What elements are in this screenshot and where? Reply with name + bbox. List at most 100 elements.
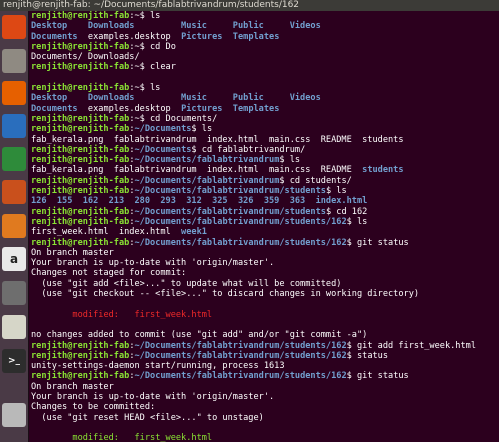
ubuntu-icon[interactable] bbox=[2, 15, 26, 39]
terminal-line: Desktop Downloads Music Public Videos bbox=[31, 93, 497, 103]
terminal-icon[interactable]: >_ bbox=[2, 349, 26, 373]
terminal-text: Documents/ Downloads/ bbox=[31, 52, 140, 63]
terminal-line: modified: first_week.html bbox=[31, 310, 497, 320]
terminal-text: $ ls bbox=[279, 155, 301, 166]
terminal-text: renjith@renjith-fab bbox=[31, 124, 130, 135]
terminal-line: renjith@renjith-fab:~$ ls bbox=[31, 11, 497, 21]
terminal-line: fab_kerala.png fablabtrivandrum index.ht… bbox=[31, 165, 497, 175]
terminal-output[interactable]: renjith@renjith-fab:~$ ls Desktop Downloa… bbox=[31, 11, 497, 442]
terminal-line: renjith@renjith-fab:~/Documents/fablabtr… bbox=[31, 176, 497, 186]
terminal-line: Changes to be committed: bbox=[31, 402, 497, 412]
terminal-text: (use "git reset HEAD <file>..." to unsta… bbox=[31, 412, 264, 423]
terminal-line: fab_kerala.png fablabtrivandrum index.ht… bbox=[31, 135, 497, 145]
terminal-text: ~/Documents bbox=[134, 144, 192, 155]
terminal-text: $ git add first_week.html bbox=[346, 340, 476, 351]
terminal-text: $ cd 162 bbox=[325, 206, 368, 217]
terminal-text: students bbox=[362, 165, 404, 176]
terminal-text: Your branch is up-to-date with 'origin/m… bbox=[31, 258, 275, 269]
terminal-line: unity-settings-daemon start/running, pro… bbox=[31, 361, 497, 371]
terminal-line: renjith@renjith-fab:~/Documents/fablabtr… bbox=[31, 186, 497, 196]
terminal-line: renjith@renjith-fab:~/Documents/fablabtr… bbox=[31, 217, 497, 227]
amazon-icon[interactable]: a bbox=[2, 247, 26, 271]
terminal-text: ~/Documents/fablabtrivandrum bbox=[134, 175, 280, 186]
terminal-text: :~$ cd Do bbox=[129, 41, 176, 52]
terminal-line: Your branch is up-to-date with 'origin/m… bbox=[31, 392, 497, 402]
terminal-text: renjith@renjith-fab bbox=[31, 175, 130, 186]
writer-icon[interactable] bbox=[2, 114, 26, 138]
terminal-text: $ cd fablabtrivandrum/ bbox=[191, 144, 306, 155]
terminal-text: $ ls bbox=[346, 216, 368, 227]
terminal-text: renjith@renjith-fab bbox=[31, 113, 130, 124]
terminal-text: ~/Documents/fablabtrivandrum bbox=[134, 155, 280, 166]
settings-icon[interactable] bbox=[2, 281, 26, 305]
terminal-text: :~$ cd Documents/ bbox=[129, 113, 218, 124]
unity-launcher: a >_ bbox=[0, 11, 29, 442]
terminal-text: On branch master bbox=[31, 381, 114, 392]
terminal-text: Documents bbox=[31, 103, 78, 114]
terminal-line: no changes added to commit (use "git add… bbox=[31, 330, 497, 340]
terminal-line: renjith@renjith-fab:~/Documents/fablabtr… bbox=[31, 351, 497, 361]
terminal-line: Documents examples.desktop Pictures Temp… bbox=[31, 32, 497, 42]
impress-icon[interactable] bbox=[2, 180, 26, 204]
terminal-line: renjith@renjith-fab:~/Documents/fablabtr… bbox=[31, 207, 497, 217]
window-titlebar[interactable]: renjith@renjith-fab: ~/Documents/fablabt… bbox=[0, 0, 499, 11]
terminal-text: $ ls bbox=[191, 124, 213, 135]
terminal-text: (use "git add <file>..." to update what … bbox=[31, 278, 342, 289]
window-title: renjith@renjith-fab: ~/Documents/fablabt… bbox=[3, 0, 300, 10]
terminal-line: renjith@renjith-fab:~$ clear bbox=[31, 62, 497, 72]
terminal-text: ~/Documents bbox=[134, 124, 192, 135]
terminal-text: ~/Documents/fablabtrivandrum/students bbox=[134, 186, 326, 197]
terminal-text: $ ls bbox=[325, 186, 347, 197]
terminal-line: (use "git reset HEAD <file>..." to unsta… bbox=[31, 413, 497, 423]
terminal-line: renjith@renjith-fab:~/Documents$ cd fabl… bbox=[31, 145, 497, 155]
terminal-text: :~$ ls bbox=[129, 83, 161, 94]
terminal-line: (use "git checkout -- <file>..." to disc… bbox=[31, 289, 497, 299]
trash-icon[interactable] bbox=[2, 403, 26, 427]
terminal-text: ~/Documents/fablabtrivandrum/students/16… bbox=[134, 216, 347, 227]
terminal-text: renjith@renjith-fab bbox=[31, 237, 130, 248]
software-center-icon[interactable] bbox=[2, 214, 26, 238]
terminal-text: renjith@renjith-fab bbox=[31, 11, 130, 21]
terminal-text: Desktop Downloads Music Public Videos bbox=[31, 21, 321, 32]
terminal-text: ~/Documents/fablabtrivandrum/students/16… bbox=[134, 237, 347, 248]
terminal-text: renjith@renjith-fab bbox=[31, 41, 130, 52]
terminal-text: Documents bbox=[31, 31, 78, 42]
terminal-text: :~$ clear bbox=[129, 62, 176, 73]
terminal-text: examples.desktop bbox=[77, 103, 182, 114]
terminal-text: (use "git checkout -- <file>..." to disc… bbox=[31, 289, 420, 300]
terminal-line: renjith@renjith-fab:~$ cd Documents/ bbox=[31, 114, 497, 124]
terminal-line: modified: first_week.html bbox=[31, 433, 497, 442]
terminal-text: Changes to be committed: bbox=[31, 402, 156, 413]
terminal-text: Your branch is up-to-date with 'origin/m… bbox=[31, 391, 275, 402]
terminal-text: renjith@renjith-fab bbox=[31, 216, 130, 227]
terminal-line: renjith@renjith-fab:~$ ls bbox=[31, 83, 497, 93]
terminal-text: Pictures Templates bbox=[181, 31, 280, 42]
terminal-text: renjith@renjith-fab bbox=[31, 62, 130, 73]
terminal-text: examples.desktop bbox=[77, 31, 182, 42]
firefox-icon[interactable] bbox=[2, 81, 26, 105]
terminal-line: renjith@renjith-fab:~/Documents$ ls bbox=[31, 124, 497, 134]
terminal-line: renjith@renjith-fab:~/Documents/fablabtr… bbox=[31, 371, 497, 381]
terminal-text: renjith@renjith-fab bbox=[31, 186, 130, 197]
terminal-text: Pictures Templates bbox=[181, 103, 280, 114]
terminal-text: 126 155 162 213 280 293 312 325 326 359 … bbox=[31, 196, 368, 207]
terminal-text: ~/Documents/fablabtrivandrum/students bbox=[134, 206, 326, 217]
terminal-text: renjith@renjith-fab bbox=[31, 371, 130, 382]
files-icon[interactable] bbox=[2, 49, 26, 73]
text-editor-icon[interactable] bbox=[2, 315, 26, 339]
terminal-line: Documents examples.desktop Pictures Temp… bbox=[31, 104, 497, 114]
terminal-text: renjith@renjith-fab bbox=[31, 83, 130, 94]
terminal-text: renjith@renjith-fab bbox=[31, 350, 130, 361]
terminal-line: renjith@renjith-fab:~/Documents/fablabtr… bbox=[31, 155, 497, 165]
terminal-text: $ git status bbox=[346, 371, 409, 382]
terminal-text: $ cd students/ bbox=[279, 175, 352, 186]
terminal-text: $ git status bbox=[346, 237, 409, 248]
terminal-text: Desktop Downloads Music Public Videos bbox=[31, 93, 321, 104]
terminal-text: renjith@renjith-fab bbox=[31, 155, 130, 166]
calc-icon[interactable] bbox=[2, 147, 26, 171]
